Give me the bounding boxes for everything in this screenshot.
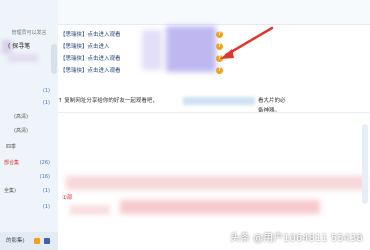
bottom-label: 的影集): [6, 238, 25, 244]
sidebar-item-first[interactable]: ( 探寻笔: [8, 42, 52, 51]
notice-line[interactable]: 【思瑞侠】点击进入观看: [60, 66, 150, 76]
sidebar-item[interactable]: (16): [4, 172, 50, 182]
notice-line[interactable]: 【思瑞侠】点击进入: [60, 42, 150, 52]
sidebar-item[interactable]: (1): [0, 98, 50, 108]
help-icon[interactable]: ?: [216, 67, 223, 74]
app-window: 管理员可以发言 ( 探寻笔 (1) (1) (高清) (高清) 四季 部合集 (2…: [0, 0, 370, 250]
sidebar-item[interactable]: 部合集 (26): [4, 158, 50, 168]
chat-area: 【思瑞侠】点击进入观看 【思瑞侠】点击进入 【思瑞侠】点击进入观看 【思瑞侠】点…: [58, 0, 370, 250]
chat-scrollbar[interactable]: [362, 124, 368, 204]
sidebar-item[interactable]: (1): [4, 202, 50, 212]
divider: [58, 112, 370, 113]
sidebar-scrollbar[interactable]: [51, 44, 57, 74]
folder-icon[interactable]: [34, 238, 40, 244]
blurred-region: [166, 26, 216, 72]
sidebar-item[interactable]: 全集) (1): [4, 186, 50, 196]
blurred-message: [120, 200, 320, 214]
sidebar-header: 管理员可以发言: [11, 30, 47, 36]
blurred-message: [66, 176, 366, 190]
app-icon[interactable]: [44, 238, 50, 244]
sidebar-item[interactable]: 四季: [6, 142, 50, 152]
notice-line[interactable]: 【思瑞侠】点击进入观看: [60, 54, 150, 64]
watermark: 头条 @用户1064811 55438: [230, 233, 363, 244]
annotation-arrow-icon: [220, 26, 274, 59]
blurred-text: [8, 54, 38, 62]
sidebar: 管理员可以发言 ( 探寻笔 (1) (1) (高清) (高清) 四季 部合集 (2…: [0, 0, 59, 250]
blurred-region: [142, 30, 162, 70]
blurred-message: [70, 205, 110, 215]
sidebar-item[interactable]: (高清): [14, 112, 50, 122]
share-message: ↑ 复制网址分享给你的好友一起观看吧， 看大片的必备神器。: [58, 98, 286, 114]
top-bar: [58, 0, 370, 25]
notice-line[interactable]: 【思瑞侠】点击进入观看: [60, 30, 150, 40]
sidebar-item[interactable]: (高清): [14, 126, 50, 136]
message-label: ①部: [62, 195, 73, 201]
sidebar-item[interactable]: (1): [0, 86, 50, 96]
